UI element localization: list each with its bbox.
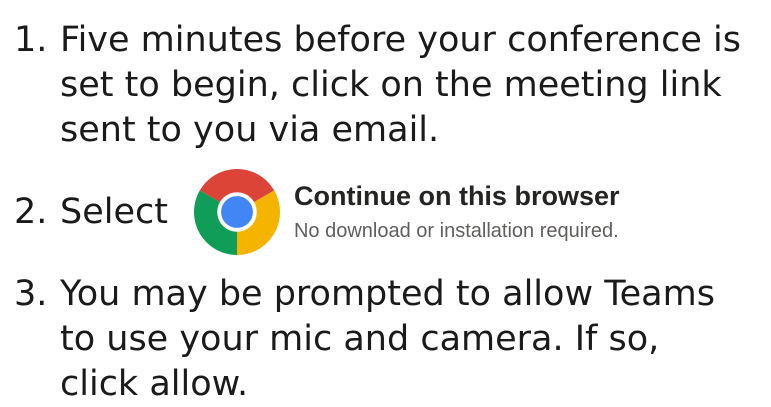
step-text: Five minutes before your conference is s… bbox=[60, 20, 741, 150]
option-subtitle: No download or installation required. bbox=[293, 220, 619, 242]
step-number: 2. bbox=[14, 191, 48, 232]
chrome-icon bbox=[193, 169, 280, 255]
step-1: 1. Five minutes before your conference i… bbox=[14, 18, 760, 153]
option-title: Continue on this browser bbox=[293, 181, 620, 211]
continue-on-browser-option: Continue on this browser No download or … bbox=[193, 169, 620, 255]
step-text: Select bbox=[60, 191, 168, 232]
step-number: 1. bbox=[14, 20, 48, 60]
step-3: 3. You may be prompted to allow Teams to… bbox=[14, 272, 760, 407]
step-2: 2. Select Continue on this browser No do… bbox=[14, 166, 620, 258]
step-text: You may be prompted to allow Teams to us… bbox=[60, 274, 715, 404]
step-number: 3. bbox=[14, 274, 48, 314]
